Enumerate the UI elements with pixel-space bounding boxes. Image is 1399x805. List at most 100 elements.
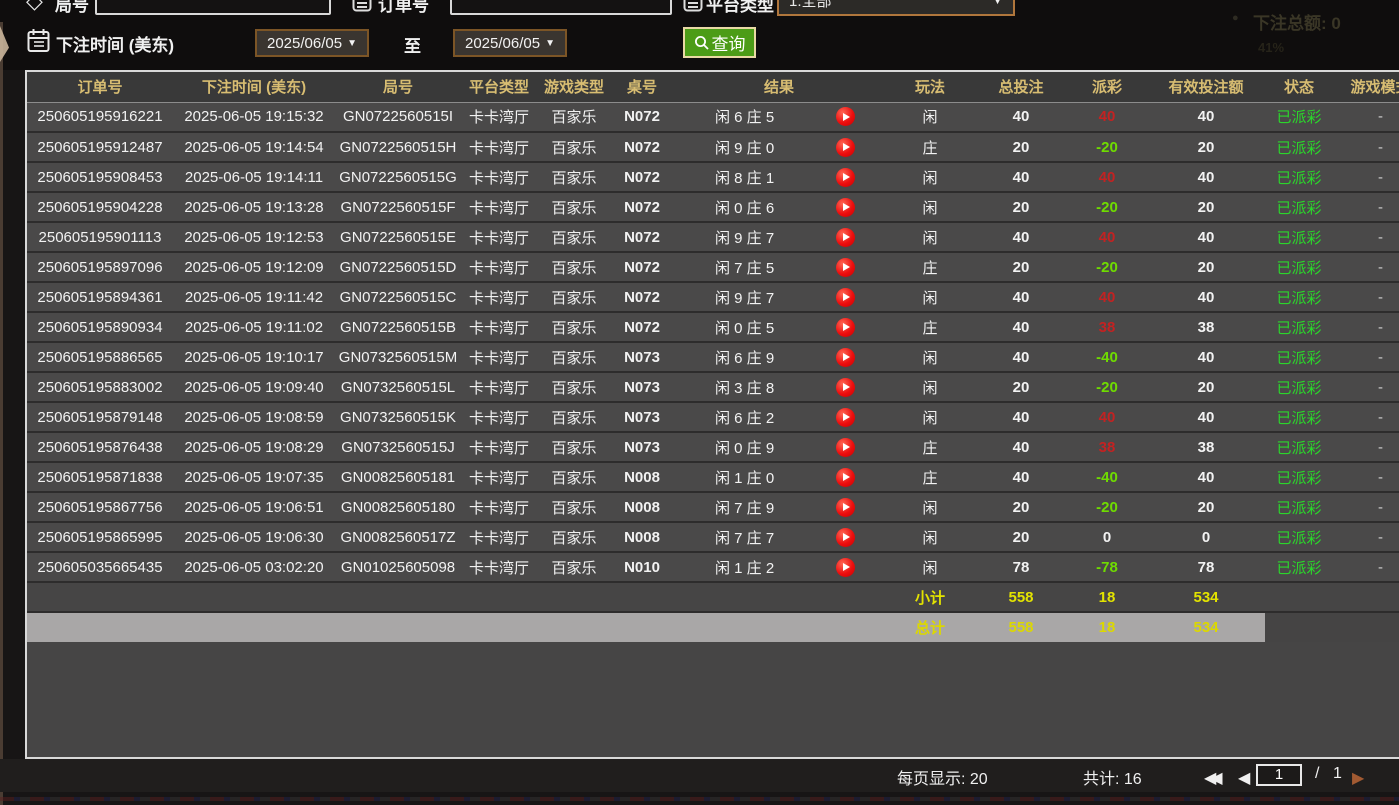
play-video-icon[interactable]	[836, 498, 855, 517]
chevron-down-icon: ▼	[347, 38, 357, 49]
first-page-icon[interactable]: ◀◀	[1204, 768, 1217, 788]
cell-order-no: 250605195879148	[27, 402, 173, 432]
cell-total-bet: 40	[975, 282, 1067, 312]
play-video-icon[interactable]	[836, 558, 855, 577]
cell-game-mode: -	[1333, 222, 1399, 252]
next-page-icon[interactable]: ▶	[1352, 768, 1364, 788]
play-video-icon[interactable]	[836, 198, 855, 217]
result-text: 闲 3 庄 8	[715, 377, 774, 398]
result-text: 闲 9 庄 7	[715, 227, 774, 248]
cell-total-bet: 20	[975, 522, 1067, 552]
play-video-icon[interactable]	[836, 138, 855, 157]
play-video-icon[interactable]	[836, 378, 855, 397]
cell-game-type: 百家乐	[537, 222, 611, 252]
play-video-icon[interactable]	[836, 258, 855, 277]
cell-round-no: GN0722560515B	[335, 312, 461, 342]
cell-payout: -40	[1067, 462, 1147, 492]
page-number-input[interactable]: 1	[1256, 764, 1302, 786]
cell-status: 已派彩	[1265, 402, 1333, 432]
play-video-icon[interactable]	[836, 228, 855, 247]
play-video-icon[interactable]	[836, 528, 855, 547]
cell-bet-type: 闲	[885, 552, 975, 582]
table-row: 2506051959084532025-06-05 19:14:11GN0722…	[27, 162, 1399, 192]
play-video-icon[interactable]	[836, 468, 855, 487]
play-video-icon[interactable]	[836, 408, 855, 427]
table-row: 2506051959162212025-06-05 19:15:32GN0722…	[27, 102, 1399, 132]
cell-result: 闲 7 庄 5	[673, 252, 885, 282]
cell-total-bet: 20	[975, 372, 1067, 402]
cell-game-mode: -	[1333, 342, 1399, 372]
cell-result: 闲 0 庄 6	[673, 192, 885, 222]
prev-page-icon[interactable]: ◀	[1238, 768, 1250, 788]
result-text: 闲 7 庄 5	[715, 257, 774, 278]
play-video-icon[interactable]	[836, 107, 855, 126]
col-header-payout: 派彩	[1067, 72, 1147, 102]
filter-bar: ◇ 局号 订单号 平台类型 1.全部 ▼ 下注时间 (美东) 2025/06/0…	[0, 0, 1399, 70]
col-header-round-no: 局号	[335, 72, 461, 102]
left-edge-divider	[0, 22, 3, 805]
cell-platform: 卡卡湾厅	[461, 252, 537, 282]
cell-order-no: 250605195901113	[27, 222, 173, 252]
subtotal-label: 小计	[885, 582, 975, 612]
cell-platform: 卡卡湾厅	[461, 222, 537, 252]
play-video-icon[interactable]	[836, 348, 855, 367]
play-video-icon[interactable]	[836, 288, 855, 307]
cell-platform: 卡卡湾厅	[461, 132, 537, 162]
cell-bet-time: 2025-06-05 19:06:30	[173, 522, 335, 552]
cell-game-mode: -	[1333, 282, 1399, 312]
bet-records-table: 订单号 下注时间 (美东) 局号 平台类型 游戏类型 桌号 结果 玩法 总投注 …	[27, 72, 1399, 642]
result-text: 闲 0 庄 5	[715, 317, 774, 338]
cell-payout: 0	[1067, 522, 1147, 552]
game-no-input[interactable]	[95, 0, 331, 15]
col-header-status: 状态	[1265, 72, 1333, 102]
play-video-icon[interactable]	[836, 318, 855, 337]
grand-total-label: 总计	[885, 612, 975, 642]
cell-bet-type: 闲	[885, 492, 975, 522]
cell-payout: 38	[1067, 312, 1147, 342]
game-no-icon: ◇	[26, 0, 43, 14]
table-row: 2506051959011132025-06-05 19:12:53GN0722…	[27, 222, 1399, 252]
query-button[interactable]: 查询	[683, 27, 756, 58]
order-no-input[interactable]	[450, 0, 672, 15]
page-separator: /	[1315, 765, 1319, 783]
cell-game-type: 百家乐	[537, 432, 611, 462]
cell-bet-type: 闲	[885, 402, 975, 432]
cell-payout: 40	[1067, 402, 1147, 432]
cell-valid-bet: 78	[1147, 552, 1265, 582]
platform-type-select[interactable]: 1.全部 ▼	[777, 0, 1015, 16]
cell-game-type: 百家乐	[537, 282, 611, 312]
cell-order-no: 250605195867756	[27, 492, 173, 522]
play-video-icon[interactable]	[836, 438, 855, 457]
cell-round-no: GN0722560515F	[335, 192, 461, 222]
cell-round-no: GN00825605181	[335, 462, 461, 492]
date-from-picker[interactable]: 2025/06/05 ▼	[255, 29, 369, 57]
cell-valid-bet: 40	[1147, 162, 1265, 192]
col-header-game-type: 游戏类型	[537, 72, 611, 102]
cell-total-bet: 78	[975, 552, 1067, 582]
cell-valid-bet: 20	[1147, 132, 1265, 162]
play-video-icon[interactable]	[836, 168, 855, 187]
faded-bet-total-text: 下注总额: 0	[1253, 9, 1341, 34]
cell-payout: -20	[1067, 372, 1147, 402]
cell-round-no: GN0722560515I	[335, 102, 461, 132]
cell-platform: 卡卡湾厅	[461, 552, 537, 582]
cell-order-no: 250605195897096	[27, 252, 173, 282]
cell-bet-time: 2025-06-05 19:07:35	[173, 462, 335, 492]
date-to-picker[interactable]: 2025/06/05 ▼	[453, 29, 567, 57]
col-header-platform: 平台类型	[461, 72, 537, 102]
cell-game-mode: -	[1333, 252, 1399, 282]
cell-platform: 卡卡湾厅	[461, 432, 537, 462]
cell-game-mode: -	[1333, 372, 1399, 402]
cell-platform: 卡卡湾厅	[461, 492, 537, 522]
cell-payout: -20	[1067, 132, 1147, 162]
cell-total-bet: 40	[975, 222, 1067, 252]
cell-bet-type: 闲	[885, 222, 975, 252]
cell-game-type: 百家乐	[537, 132, 611, 162]
cell-game-type: 百家乐	[537, 312, 611, 342]
cell-total-bet: 20	[975, 492, 1067, 522]
cell-game-type: 百家乐	[537, 492, 611, 522]
table-row: 2506051958943612025-06-05 19:11:42GN0722…	[27, 282, 1399, 312]
cell-bet-type: 庄	[885, 432, 975, 462]
cell-platform: 卡卡湾厅	[461, 522, 537, 552]
grand-total-valid-bet: 534	[1147, 612, 1265, 642]
